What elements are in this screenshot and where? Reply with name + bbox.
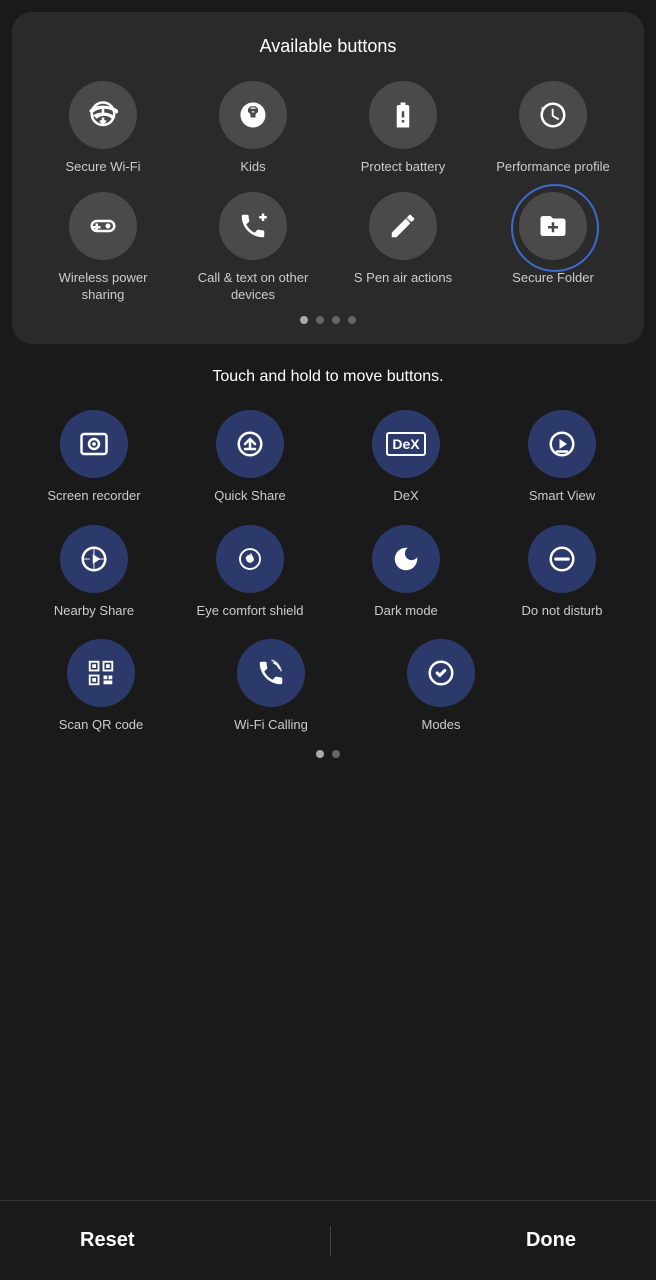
touch-item-nearby-share[interactable]: Nearby Share <box>29 525 159 620</box>
available-buttons-panel: Available buttons Secure Wi-Fi Kids Prot… <box>12 12 644 344</box>
dark-mode-label: Dark mode <box>374 603 438 620</box>
performance-icon <box>519 81 587 149</box>
scan-qr-label: Scan QR code <box>59 717 144 734</box>
call-text-icon <box>219 192 287 260</box>
dark-mode-icon <box>372 525 440 593</box>
bottom-divider <box>330 1226 331 1256</box>
available-pagination <box>28 316 628 324</box>
available-row-2: Wireless power sharing Call & text on ot… <box>28 192 628 304</box>
nearby-share-icon <box>60 525 128 593</box>
svg-text:A: A <box>248 552 255 563</box>
nearby-share-label: Nearby Share <box>54 603 134 620</box>
spen-label: S Pen air actions <box>354 270 452 287</box>
modes-icon <box>407 639 475 707</box>
available-item-kids[interactable]: Kids <box>188 81 318 176</box>
dot-1 <box>300 316 308 324</box>
done-button[interactable]: Done <box>506 1221 596 1260</box>
touch-row-3: Scan QR code Wi-Fi Calling Modes <box>16 639 640 734</box>
touch-hold-panel: Touch and hold to move buttons. Screen r… <box>0 344 656 1200</box>
dnd-label: Do not disturb <box>522 603 603 620</box>
modes-label: Modes <box>421 717 460 734</box>
touch-row-1: Screen recorder Quick Share DeX DeX Smar… <box>16 410 640 505</box>
secure-folder-label: Secure Folder <box>512 270 594 287</box>
touch-item-eye-comfort[interactable]: A Eye comfort shield <box>185 525 315 620</box>
protect-battery-icon <box>369 81 437 149</box>
available-item-secure-folder[interactable]: Secure Folder <box>488 192 618 304</box>
touch-hold-title: Touch and hold to move buttons. <box>16 368 640 386</box>
dnd-icon <box>528 525 596 593</box>
touch-dot-1 <box>316 750 324 758</box>
screen-recorder-label: Screen recorder <box>47 488 140 505</box>
bottom-bar: Reset Done <box>0 1200 656 1280</box>
wireless-power-icon <box>69 192 137 260</box>
available-buttons-title: Available buttons <box>28 36 628 57</box>
spen-icon <box>369 192 437 260</box>
touch-row-2: Nearby Share A Eye comfort shield Dark m… <box>16 525 640 620</box>
kids-label: Kids <box>240 159 265 176</box>
available-item-wireless-power[interactable]: Wireless power sharing <box>38 192 168 304</box>
wifi-calling-icon <box>237 639 305 707</box>
smart-view-icon <box>528 410 596 478</box>
dex-label: DeX <box>393 488 418 505</box>
touch-item-wifi-calling[interactable]: Wi-Fi Calling <box>206 639 336 734</box>
touch-item-modes[interactable]: Modes <box>376 639 506 734</box>
touch-dot-2 <box>332 750 340 758</box>
touch-item-screen-recorder[interactable]: Screen recorder <box>29 410 159 505</box>
touch-item-dark-mode[interactable]: Dark mode <box>341 525 471 620</box>
call-text-label: Call & text on other devices <box>188 270 318 304</box>
smart-view-label: Smart View <box>529 488 595 505</box>
touch-item-dex[interactable]: DeX DeX <box>341 410 471 505</box>
wireless-power-label: Wireless power sharing <box>38 270 168 304</box>
performance-label: Performance profile <box>496 159 609 176</box>
scan-qr-icon <box>67 639 135 707</box>
dot-4 <box>348 316 356 324</box>
touch-item-smart-view[interactable]: Smart View <box>497 410 627 505</box>
protect-battery-label: Protect battery <box>361 159 446 176</box>
secure-folder-icon <box>519 192 587 260</box>
touch-item-scan-qr[interactable]: Scan QR code <box>36 639 166 734</box>
available-row-1: Secure Wi-Fi Kids Protect battery Perfor… <box>28 81 628 176</box>
dot-2 <box>316 316 324 324</box>
eye-comfort-icon: A <box>216 525 284 593</box>
touch-item-quick-share[interactable]: Quick Share <box>185 410 315 505</box>
secure-wifi-icon <box>69 81 137 149</box>
quick-share-label: Quick Share <box>214 488 286 505</box>
dot-3 <box>332 316 340 324</box>
dex-icon: DeX <box>372 410 440 478</box>
available-item-secure-wifi[interactable]: Secure Wi-Fi <box>38 81 168 176</box>
available-item-spen[interactable]: S Pen air actions <box>338 192 468 304</box>
wifi-calling-label: Wi-Fi Calling <box>234 717 308 734</box>
touch-item-dnd[interactable]: Do not disturb <box>497 525 627 620</box>
touch-pagination <box>16 750 640 758</box>
reset-button[interactable]: Reset <box>60 1221 154 1260</box>
available-item-performance[interactable]: Performance profile <box>488 81 618 176</box>
available-item-call-text[interactable]: Call & text on other devices <box>188 192 318 304</box>
secure-wifi-label: Secure Wi-Fi <box>65 159 140 176</box>
quick-share-icon <box>216 410 284 478</box>
eye-comfort-label: Eye comfort shield <box>197 603 304 620</box>
available-item-protect-battery[interactable]: Protect battery <box>338 81 468 176</box>
kids-icon <box>219 81 287 149</box>
screen-recorder-icon <box>60 410 128 478</box>
